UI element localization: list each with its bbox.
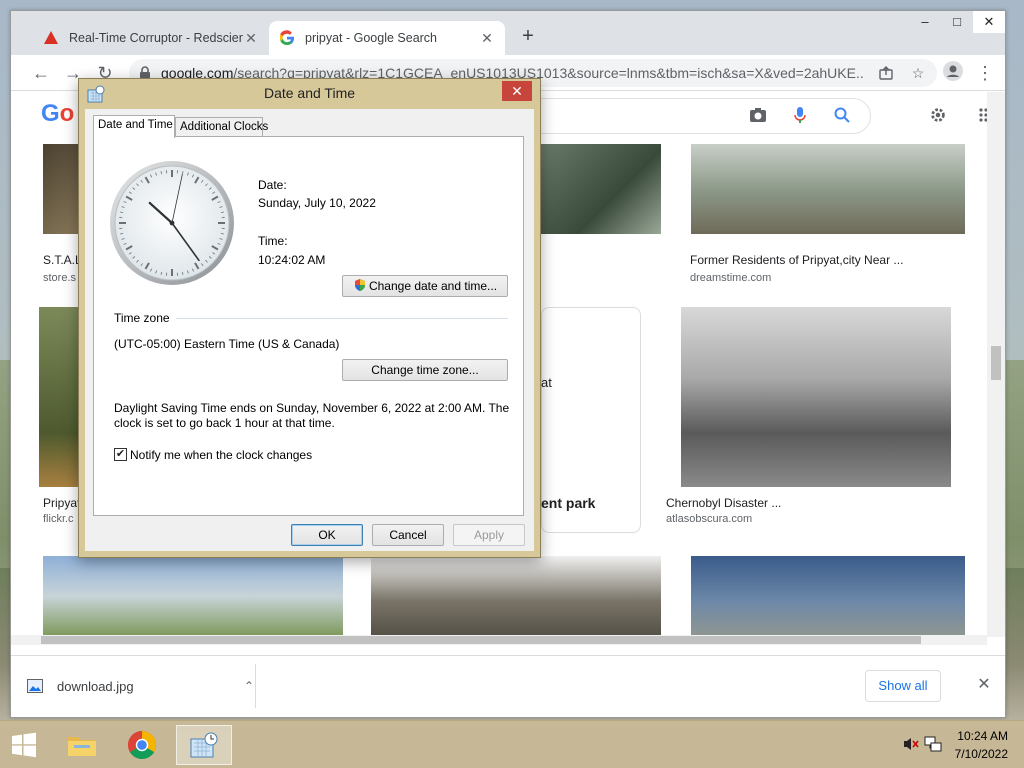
- result-source: store.s: [43, 272, 77, 284]
- search-box[interactable]: [511, 98, 871, 134]
- change-date-time-button[interactable]: Change date and time...: [342, 275, 508, 297]
- result-thumbnail[interactable]: [43, 556, 343, 637]
- windows-logo-icon: [12, 732, 36, 758]
- result-source: flickr.c: [43, 513, 74, 525]
- result-thumbnail[interactable]: [43, 144, 83, 234]
- time-label: Time:: [258, 234, 288, 248]
- result-thumbnail[interactable]: [371, 556, 661, 637]
- scroll-thumb[interactable]: [41, 636, 921, 644]
- tab-real-time-corruptor[interactable]: Real-Time Corruptor - Redscienti ✕: [33, 21, 269, 55]
- close-shelf-icon[interactable]: ✕: [973, 674, 995, 696]
- share-icon[interactable]: [877, 64, 895, 82]
- close-tab-icon[interactable]: ✕: [243, 30, 259, 46]
- dst-info-line: clock is set to go back 1 hour at that t…: [114, 416, 335, 430]
- warning-triangle-icon: [43, 30, 59, 46]
- card-text-fragment[interactable]: ent park: [541, 495, 595, 511]
- tab-date-and-time[interactable]: Date and Time: [93, 115, 175, 138]
- back-arrow-icon[interactable]: ←: [29, 61, 53, 85]
- close-window-button[interactable]: ✕: [973, 11, 1005, 33]
- date-time-dialog: Date and Time ✕ Date and Time Additional…: [78, 78, 541, 558]
- tab-additional-clocks[interactable]: Additional Clocks: [175, 117, 268, 137]
- change-time-zone-button[interactable]: Change time zone...: [342, 359, 508, 381]
- scroll-thumb[interactable]: [991, 346, 1001, 380]
- result-thumbnail[interactable]: [39, 307, 79, 487]
- tab-strip: Real-Time Corruptor - Redscienti ✕ pripy…: [11, 11, 1005, 55]
- result-caption[interactable]: Former Residents of Pripyat,city Near ..…: [690, 253, 903, 267]
- download-shelf: download.jpg ⌃ Show all ✕: [11, 655, 1005, 717]
- change-date-time-label: Change date and time...: [368, 279, 498, 293]
- uac-shield-icon: [354, 279, 365, 291]
- settings-gear-icon[interactable]: [929, 106, 947, 124]
- bookmark-star-icon[interactable]: ☆: [909, 64, 927, 82]
- result-caption[interactable]: S.T.A.L: [43, 253, 82, 267]
- result-thumbnail[interactable]: [691, 556, 965, 637]
- minimize-button[interactable]: –: [909, 11, 941, 33]
- time-zone-heading: Time zone: [114, 311, 170, 325]
- dialog-title: Date and Time: [263, 85, 356, 101]
- apps-grid-icon[interactable]: [977, 106, 987, 124]
- search-icon[interactable]: [833, 106, 851, 124]
- taskbar-date: 7/10/2022: [954, 747, 1008, 761]
- maximize-button[interactable]: □: [941, 11, 973, 33]
- image-file-icon: [27, 679, 43, 693]
- date-time-tab-panel: Date: Sunday, July 10, 2022 Time: 10:24:…: [93, 136, 524, 516]
- ok-button[interactable]: OK: [291, 524, 363, 546]
- camera-search-icon[interactable]: [749, 106, 767, 124]
- date-time-taskbar-icon[interactable]: [176, 725, 232, 765]
- result-thumbnail[interactable]: [681, 307, 951, 487]
- microphone-icon[interactable]: [791, 106, 809, 124]
- result-caption[interactable]: Pripyat: [43, 496, 80, 510]
- speaker-muted-icon[interactable]: [902, 735, 920, 756]
- show-all-button[interactable]: Show all: [865, 670, 941, 702]
- divider: [255, 664, 256, 708]
- chrome-menu-icon[interactable]: ⋮: [973, 61, 997, 85]
- date-label: Date:: [258, 178, 287, 192]
- tab-pripyat-search[interactable]: pripyat - Google Search ✕: [269, 21, 505, 55]
- dst-info-line: Daylight Saving Time ends on Sunday, Nov…: [114, 401, 510, 415]
- tab-title: Real-Time Corruptor - Redscienti: [69, 31, 243, 45]
- result-source: atlasobscura.com: [666, 513, 753, 525]
- analog-clock-icon: [110, 161, 234, 285]
- start-button[interactable]: [0, 725, 48, 765]
- profile-avatar-icon[interactable]: [941, 61, 965, 85]
- google-g-icon: [279, 30, 295, 46]
- time-zone-value: (UTC-05:00) Eastern Time (US & Canada): [114, 337, 340, 351]
- result-thumbnail[interactable]: [541, 144, 661, 234]
- notify-label[interactable]: Notify me when the clock changes: [130, 448, 312, 462]
- vertical-scrollbar[interactable]: [987, 92, 1005, 637]
- cancel-button[interactable]: Cancel: [372, 524, 444, 546]
- tab-title: pripyat - Google Search: [305, 31, 438, 45]
- result-caption[interactable]: Chernobyl Disaster ...: [666, 496, 781, 510]
- taskbar: 10:24 AM 7/10/2022: [0, 720, 1024, 768]
- download-item[interactable]: download.jpg ⌃: [27, 666, 257, 706]
- divider: [176, 318, 508, 319]
- taskbar-time: 10:24 AM: [957, 729, 1008, 743]
- date-value: Sunday, July 10, 2022: [258, 196, 376, 210]
- horizontal-scrollbar[interactable]: [11, 635, 987, 645]
- taskbar-clock[interactable]: 10:24 AM 7/10/2022: [938, 727, 1008, 763]
- dialog-close-button[interactable]: ✕: [502, 81, 532, 101]
- chrome-taskbar-icon[interactable]: [114, 725, 170, 765]
- notify-checkbox[interactable]: ✔: [114, 448, 127, 461]
- google-logo[interactable]: Go: [41, 100, 74, 130]
- result-source: dreamstime.com: [690, 272, 772, 284]
- file-explorer-icon[interactable]: [54, 725, 110, 765]
- new-tab-button[interactable]: +: [516, 25, 540, 49]
- checkmark-icon: ✔: [115, 448, 126, 460]
- download-file-name: download.jpg: [57, 678, 134, 694]
- apply-button[interactable]: Apply: [453, 524, 525, 546]
- result-thumbnail[interactable]: [691, 144, 965, 234]
- dialog-body: Date and Time Additional Clocks Date: Su…: [85, 109, 534, 551]
- card-text-fragment[interactable]: at: [541, 375, 552, 390]
- close-tab-icon[interactable]: ✕: [479, 30, 495, 46]
- time-value: 10:24:02 AM: [258, 253, 326, 267]
